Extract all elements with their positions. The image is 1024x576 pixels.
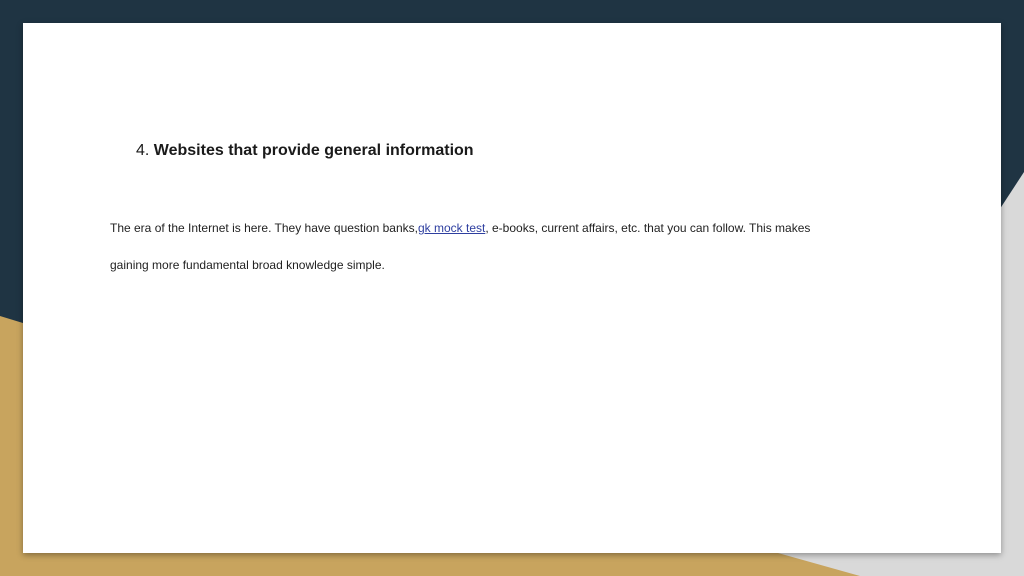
paragraph-text-start: The era of the Internet is here. They ha… — [110, 221, 418, 235]
paragraph-text-line2: gaining more fundamental broad knowledge… — [110, 258, 385, 272]
heading-title: Websites that provide general informatio… — [153, 142, 474, 159]
section-heading: 4. Websites that provide general informa… — [136, 142, 474, 160]
gk-mock-test-link[interactable]: gk mock test — [418, 221, 485, 235]
paragraph-text-end: , e-books, current affairs, etc. that yo… — [485, 221, 811, 235]
slide-card: 4. Websites that provide general informa… — [23, 23, 1001, 553]
heading-number: 4. — [136, 142, 150, 159]
body-paragraph: The era of the Internet is here. They ha… — [110, 210, 910, 284]
